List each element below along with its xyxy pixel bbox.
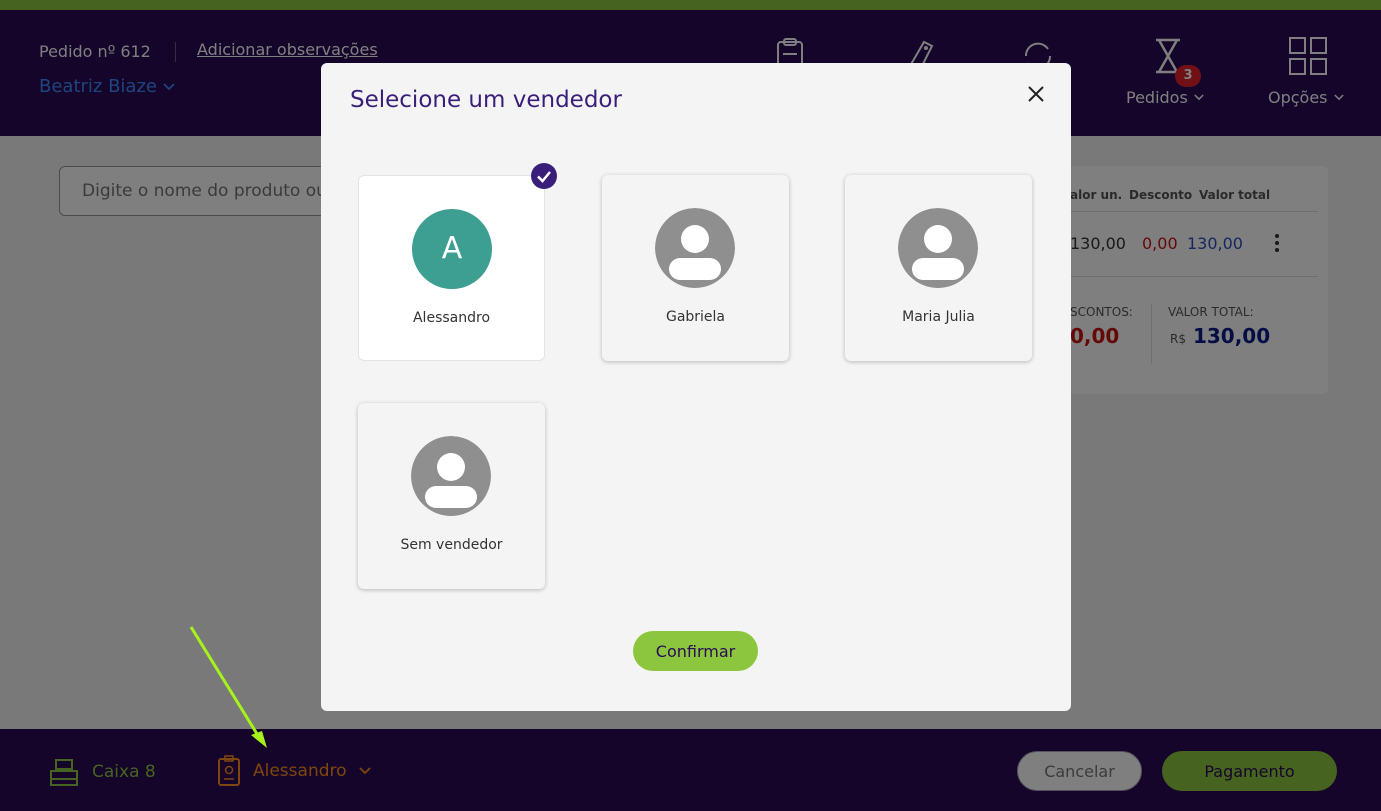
seller-card-name: Sem vendedor <box>400 537 503 553</box>
avatar: A <box>412 209 492 289</box>
seller-card-maria-julia[interactable]: Maria Julia <box>845 175 1032 361</box>
seller-card-name: Maria Julia <box>902 309 975 325</box>
user-placeholder-icon <box>655 208 735 288</box>
user-placeholder-icon <box>898 208 978 288</box>
dialog-title: Selecione um vendedor <box>350 87 622 113</box>
user-placeholder-icon <box>411 436 491 516</box>
confirm-button[interactable]: Confirmar <box>633 631 758 671</box>
seller-card-gabriela[interactable]: Gabriela <box>602 175 789 361</box>
check-circle-icon <box>531 163 557 189</box>
seller-card-name: Alessandro <box>412 310 491 326</box>
select-seller-dialog: Selecione um vendedor A Alessandro Gabri… <box>321 63 1071 711</box>
seller-card-alessandro[interactable]: A Alessandro <box>358 175 545 361</box>
seller-card-name: Gabriela <box>665 309 726 325</box>
seller-card-no-seller[interactable]: Sem vendedor <box>358 403 545 589</box>
close-icon[interactable] <box>1025 83 1047 105</box>
